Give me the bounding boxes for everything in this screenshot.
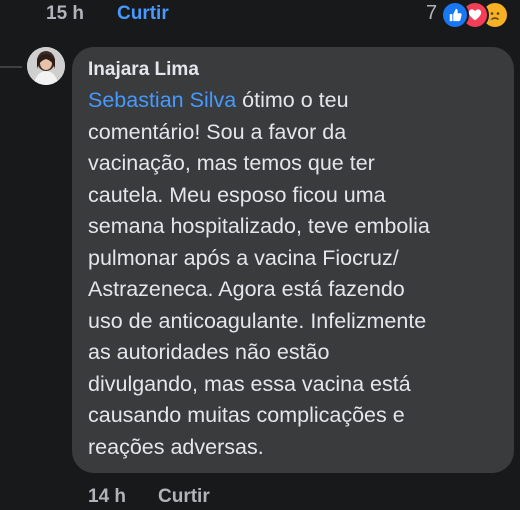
comment-bubble: Inajara Lima Sebastian Silva ótimo o teu… (72, 47, 514, 473)
comment-line: comentário! Sou a favor da (88, 119, 347, 144)
comment-line: cautela. Meu esposo ficou uma (88, 182, 386, 207)
comment-line: Sebastian Silva ótimo o teu (88, 85, 498, 117)
reaction-summary[interactable] (441, 1, 519, 29)
previous-comment-like-button[interactable]: Curtir (117, 3, 169, 25)
mention-link[interactable]: Sebastian Silva (88, 88, 236, 112)
previous-comment-time[interactable]: 15 h (46, 3, 84, 25)
reply-time[interactable]: 14 h (88, 486, 126, 508)
comment-line: causando muitas complicações e (88, 403, 405, 427)
previous-comment-actions: 15 h Curtir 7 (0, 0, 520, 30)
comment-line: uso de anticoagulante. Infelizmente (88, 308, 427, 333)
comment-thread: 15 h Curtir 7 Inajara Lima Sebastian Sil… (0, 0, 520, 510)
reaction-count[interactable]: 7 (426, 2, 437, 25)
comment-line: reações adversas. (88, 434, 264, 459)
comment-line: pulmonar após a vacina Fiocruz/ (88, 245, 399, 270)
comment-line: vacinação, mas temos que ter (88, 151, 375, 175)
thread-connector (0, 66, 22, 68)
comment-text-fragment: ótimo o teu (236, 88, 349, 112)
comment-line: Astrazeneca. Agora está fazendo (88, 277, 405, 301)
reply-like-button[interactable]: Curtir (158, 486, 210, 508)
comment-text: Sebastian Silva ótimo o teu comentário! … (88, 85, 498, 463)
comment-author[interactable]: Inajara Lima (88, 59, 199, 81)
comment-line: semana hospitalizado, teve embolia (88, 214, 430, 238)
avatar[interactable] (27, 47, 65, 85)
comment-line: divulgando, mas essa vacina está (88, 371, 411, 396)
like-icon (441, 1, 469, 29)
comment-line: as autoridades não estão (88, 340, 330, 364)
